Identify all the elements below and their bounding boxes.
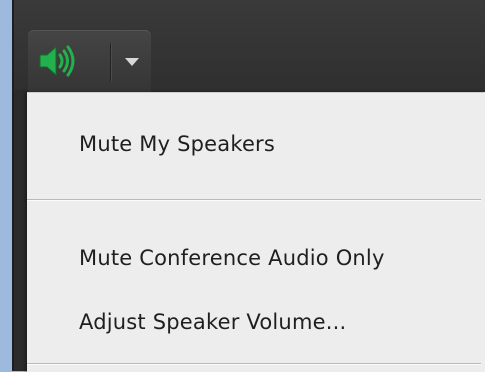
toolbar xyxy=(14,0,485,92)
speaker-menu-button[interactable] xyxy=(28,30,151,92)
menu-item-label: Mute My Speakers xyxy=(79,132,276,156)
button-divider xyxy=(110,43,111,81)
menu-item-mute-conference-audio[interactable]: Mute Conference Audio Only xyxy=(27,235,485,281)
chevron-down-icon[interactable] xyxy=(120,50,144,74)
speaker-volume-icon[interactable] xyxy=(28,30,86,92)
menu-item-mute-my-speakers[interactable]: Mute My Speakers xyxy=(27,121,485,167)
menu-item-label: Mute Conference Audio Only xyxy=(79,246,385,270)
menu-item-label: Adjust Speaker Volume... xyxy=(79,310,347,334)
menu-item-adjust-speaker-volume[interactable]: Adjust Speaker Volume... xyxy=(27,299,485,345)
menu-separator xyxy=(27,363,481,364)
speaker-dropdown-menu: Mute My Speakers Mute Conference Audio O… xyxy=(27,92,485,372)
menu-separator xyxy=(27,199,481,200)
